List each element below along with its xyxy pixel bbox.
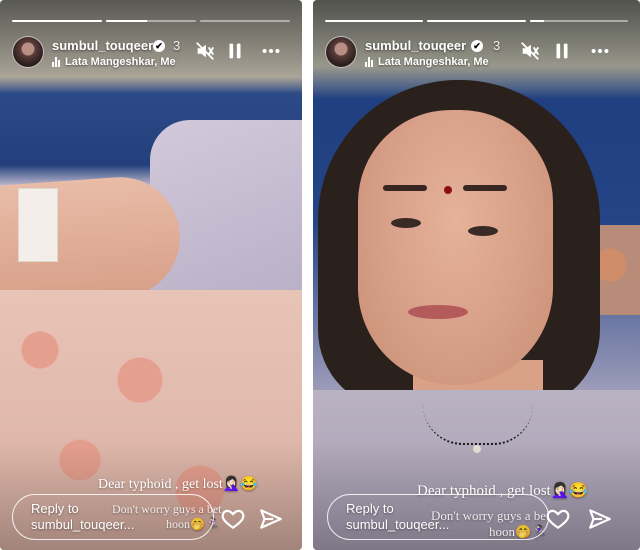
username[interactable]: sumbul_touqeer xyxy=(52,38,153,53)
reply-input[interactable]: Reply to sumbul_touqeer... xyxy=(327,494,549,540)
reply-placeholder-line-2: sumbul_touqeer... xyxy=(31,517,135,532)
story-progress xyxy=(325,20,628,22)
heart-icon[interactable] xyxy=(220,506,246,532)
progress-segment xyxy=(200,20,290,22)
pause-icon[interactable] xyxy=(224,40,246,62)
reply-placeholder-line-2: sumbul_touqeer... xyxy=(346,517,450,532)
story-header: sumbul_touqeer ✔ 3 Lata Mangeshkar, Me xyxy=(325,34,628,74)
username[interactable]: sumbul_touqeer xyxy=(365,38,466,53)
verified-badge-icon: ✔ xyxy=(471,40,483,52)
story-panel-right[interactable]: sumbul_touqeer ✔ 3 Lata Mangeshkar, Me D… xyxy=(313,0,640,550)
story-progress xyxy=(12,20,290,22)
story-age: 3 xyxy=(173,38,181,53)
reply-placeholder-line-1: Reply to xyxy=(31,501,79,516)
music-bars-icon xyxy=(365,57,373,67)
music-bars-icon xyxy=(52,57,60,67)
lips xyxy=(408,305,468,319)
right-eye xyxy=(468,226,498,236)
reply-input[interactable]: Reply to sumbul_touqeer... xyxy=(12,494,214,540)
music-label[interactable]: Lata Mangeshkar, Me xyxy=(365,56,489,68)
reply-placeholder-line-1: Reply to xyxy=(346,501,394,516)
bandage-tape xyxy=(18,188,58,262)
progress-segment xyxy=(325,20,424,22)
avatar[interactable] xyxy=(12,36,44,68)
story-header: sumbul_touqeer ✔ 3 Lata Mangeshkar, Me xyxy=(12,34,290,74)
progress-segment xyxy=(12,20,102,22)
mute-icon[interactable] xyxy=(519,40,541,62)
mute-icon[interactable] xyxy=(194,40,216,62)
music-text: Lata Mangeshkar, Me xyxy=(65,56,176,68)
send-icon[interactable] xyxy=(258,506,284,532)
heart-icon[interactable] xyxy=(545,506,571,532)
music-text: Lata Mangeshkar, Me xyxy=(378,56,489,68)
right-eyebrow xyxy=(463,185,507,191)
left-eye xyxy=(391,218,421,228)
progress-segment xyxy=(529,20,628,22)
progress-segment xyxy=(106,20,196,22)
pause-icon[interactable] xyxy=(551,40,573,62)
more-icon[interactable] xyxy=(589,40,611,62)
verified-badge-icon: ✔ xyxy=(153,40,165,52)
left-eyebrow xyxy=(383,185,427,191)
bindi xyxy=(444,186,452,194)
avatar[interactable] xyxy=(325,36,357,68)
caption-line-1: Dear typhoid , get lost🤦🏻‍♀️😂 xyxy=(98,477,258,492)
more-icon[interactable] xyxy=(260,40,282,62)
progress-segment xyxy=(427,20,526,22)
send-icon[interactable] xyxy=(587,506,613,532)
face xyxy=(358,110,553,385)
music-label[interactable]: Lata Mangeshkar, Me xyxy=(52,56,176,68)
story-age: 3 xyxy=(493,38,501,53)
story-panel-left[interactable]: sumbul_touqeer ✔ 3 Lata Mangeshkar, Me D… xyxy=(0,0,302,550)
